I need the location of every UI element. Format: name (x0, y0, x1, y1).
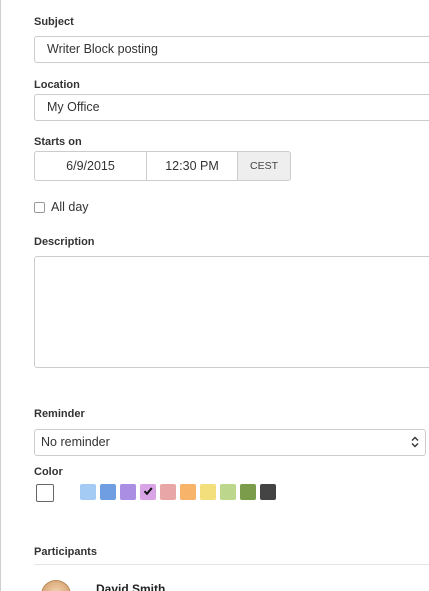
color-swatch-dark-gray[interactable] (260, 484, 276, 500)
start-date-input[interactable]: 6/9/2015 (34, 151, 147, 181)
all-day-label: All day (51, 200, 89, 214)
description-label: Description (34, 236, 95, 248)
participants-label: Participants (34, 546, 97, 558)
starts-on-label: Starts on (34, 136, 82, 148)
check-icon (143, 487, 153, 496)
color-swatch-blue[interactable] (100, 484, 116, 500)
color-swatch-pink[interactable] (160, 484, 176, 500)
participant-avatar (41, 580, 71, 591)
timezone-button[interactable]: CEST (238, 151, 291, 181)
description-textarea[interactable] (34, 256, 429, 368)
color-swatch-light-green[interactable] (220, 484, 236, 500)
subject-label: Subject (34, 16, 74, 28)
participants-divider (34, 564, 429, 565)
start-time-input[interactable]: 12:30 PM (147, 151, 238, 181)
all-day-checkbox[interactable] (34, 201, 45, 213)
location-label: Location (34, 79, 80, 91)
location-input[interactable]: My Office (34, 94, 429, 121)
color-none-swatch[interactable] (36, 484, 54, 502)
color-swatch-yellow[interactable] (200, 484, 216, 500)
select-arrows-icon (411, 436, 419, 448)
reminder-label: Reminder (34, 408, 85, 420)
color-label: Color (34, 466, 63, 478)
color-swatch-green[interactable] (240, 484, 256, 500)
color-swatch-orange[interactable] (180, 484, 196, 500)
reminder-select-value: No reminder (41, 435, 110, 449)
appointment-form: Subject Writer Block posting Location My… (0, 0, 429, 591)
reminder-select[interactable]: No reminder (34, 429, 426, 456)
color-swatch-light-blue[interactable] (80, 484, 96, 500)
start-datetime-group: 6/9/2015 12:30 PM CEST (34, 151, 291, 181)
participant-name: David Smith (96, 582, 166, 591)
color-swatch-purple[interactable] (120, 484, 136, 500)
subject-input[interactable]: Writer Block posting (34, 36, 429, 63)
color-swatch-lilac[interactable] (140, 484, 156, 500)
all-day-option[interactable]: All day (34, 200, 89, 214)
